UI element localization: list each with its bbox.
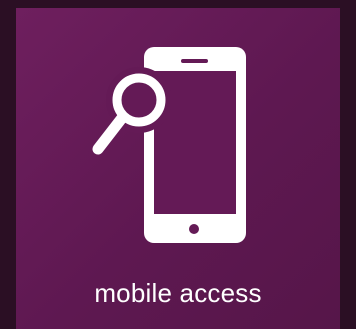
mobile-access-tile[interactable]: mobile access xyxy=(16,8,340,329)
phone-speaker xyxy=(181,59,208,63)
phone-home-button xyxy=(189,224,199,234)
magnifier-handle xyxy=(92,112,128,155)
phone-search-icon xyxy=(92,47,246,243)
tile-label: mobile access xyxy=(94,278,262,308)
app-background: mobile access xyxy=(0,0,356,329)
